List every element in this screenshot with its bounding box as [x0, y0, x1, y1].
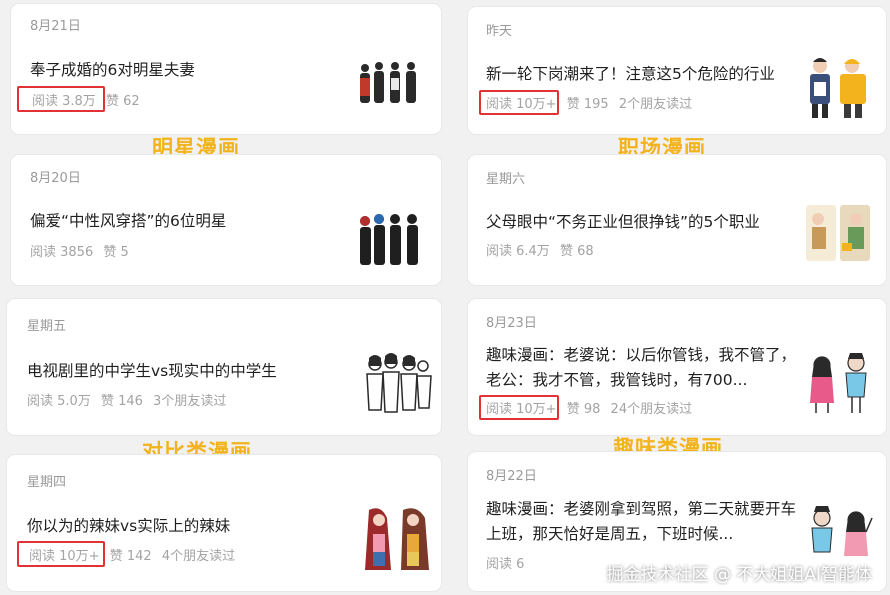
article-thumbnail[interactable] [804, 199, 872, 267]
read-count: 阅读 6 [486, 557, 525, 572]
read-count-highlight [479, 90, 559, 115]
article-date: 星期五 [27, 319, 67, 334]
article-date: 8月23日 [486, 316, 537, 331]
article-thumbnail[interactable] [357, 199, 425, 267]
article-date: 星期六 [486, 172, 526, 187]
article-meta: 阅读 6.4万 赞 68 [486, 240, 600, 259]
article-title[interactable]: 你以为的辣妹vs实际上的辣妹 [27, 514, 230, 539]
article-thumbnail[interactable] [361, 504, 433, 576]
article-title[interactable]: 奉子成婚的6对明星夫妻 [30, 58, 195, 83]
article-title[interactable]: 电视剧里的中学生vs现实中的中学生 [27, 359, 277, 384]
article-date: 星期四 [27, 475, 67, 490]
article-date: 8月20日 [30, 171, 81, 186]
read-count: 阅读 6.4万 [486, 244, 550, 259]
article-title[interactable]: 新一轮下岗潮来了！注意这5个危险的行业 [486, 62, 775, 87]
like-count: 赞 68 [559, 244, 594, 259]
friends-read: 24个朋友读过 [610, 402, 693, 417]
article-card-2[interactable]: 8月20日 偏爱“中性风穿搭”的6位明星 阅读 3856 赞 5 [11, 155, 441, 285]
article-meta: 阅读 6 [486, 553, 530, 572]
article-card-3[interactable]: 星期五 电视剧里的中学生vs现实中的中学生 阅读 5.0万 赞 146 3个朋友… [7, 299, 441, 435]
article-card-7[interactable]: 8月23日 趣味漫画：老婆说：以后你管钱，我不管了，老公：我才不管，我管钱时，有… [468, 299, 886, 435]
article-thumbnail[interactable] [804, 347, 874, 415]
like-count: 赞 98 [566, 402, 601, 417]
like-count: 赞 142 [109, 549, 152, 564]
read-count-highlight [17, 541, 105, 567]
article-thumbnail[interactable] [357, 50, 425, 118]
read-count: 阅读 5.0万 [27, 394, 91, 409]
article-title[interactable]: 趣味漫画：老婆说：以后你管钱，我不管了，老公：我才不管，我管钱时，有700... [486, 343, 798, 393]
article-meta: 阅读 5.0万 赞 146 3个朋友读过 [27, 390, 232, 409]
article-title[interactable]: 父母眼中“不务正业但很挣钱”的5个职业 [486, 210, 760, 235]
article-title[interactable]: 趣味漫画：老婆刚拿到驾照，第二天就要开车上班，那天恰好是周五，下班时候... [486, 497, 798, 547]
like-count: 赞 62 [105, 94, 140, 109]
like-count: 赞 146 [100, 394, 143, 409]
article-meta: 阅读 3856 赞 5 [30, 241, 135, 260]
like-count: 赞 195 [566, 97, 609, 112]
article-date: 昨天 [486, 24, 513, 39]
article-card-6[interactable]: 星期六 父母眼中“不务正业但很挣钱”的5个职业 阅读 6.4万 赞 68 [468, 155, 886, 285]
like-count: 赞 5 [103, 245, 129, 260]
read-count-highlight [479, 395, 559, 420]
read-count-highlight [17, 86, 105, 112]
article-card-4[interactable]: 星期四 你以为的辣妹vs实际上的辣妹 阅读 10万+ 赞 142 4个朋友读过 [7, 455, 441, 591]
article-thumbnail[interactable] [804, 52, 872, 120]
friends-read: 3个朋友读过 [153, 394, 227, 409]
article-date: 8月21日 [30, 19, 81, 34]
article-thumbnail[interactable] [361, 348, 433, 420]
article-title[interactable]: 偏爱“中性风穿搭”的6位明星 [30, 209, 226, 234]
article-date: 8月22日 [486, 469, 537, 484]
article-card-1[interactable]: 8月21日 奉子成婚的6对明星夫妻 阅读 3.8万 赞 62 [11, 4, 441, 134]
friends-read: 2个朋友读过 [618, 97, 693, 112]
article-card-5[interactable]: 昨天 新一轮下岗潮来了！注意这5个危险的行业 阅读 10万+ 赞 195 2个朋… [468, 7, 886, 134]
watermark: 掘金技术社区 @ 不大姐姐AI智能体 [606, 565, 872, 585]
friends-read: 4个朋友读过 [161, 549, 236, 564]
read-count: 阅读 3856 [30, 245, 94, 260]
